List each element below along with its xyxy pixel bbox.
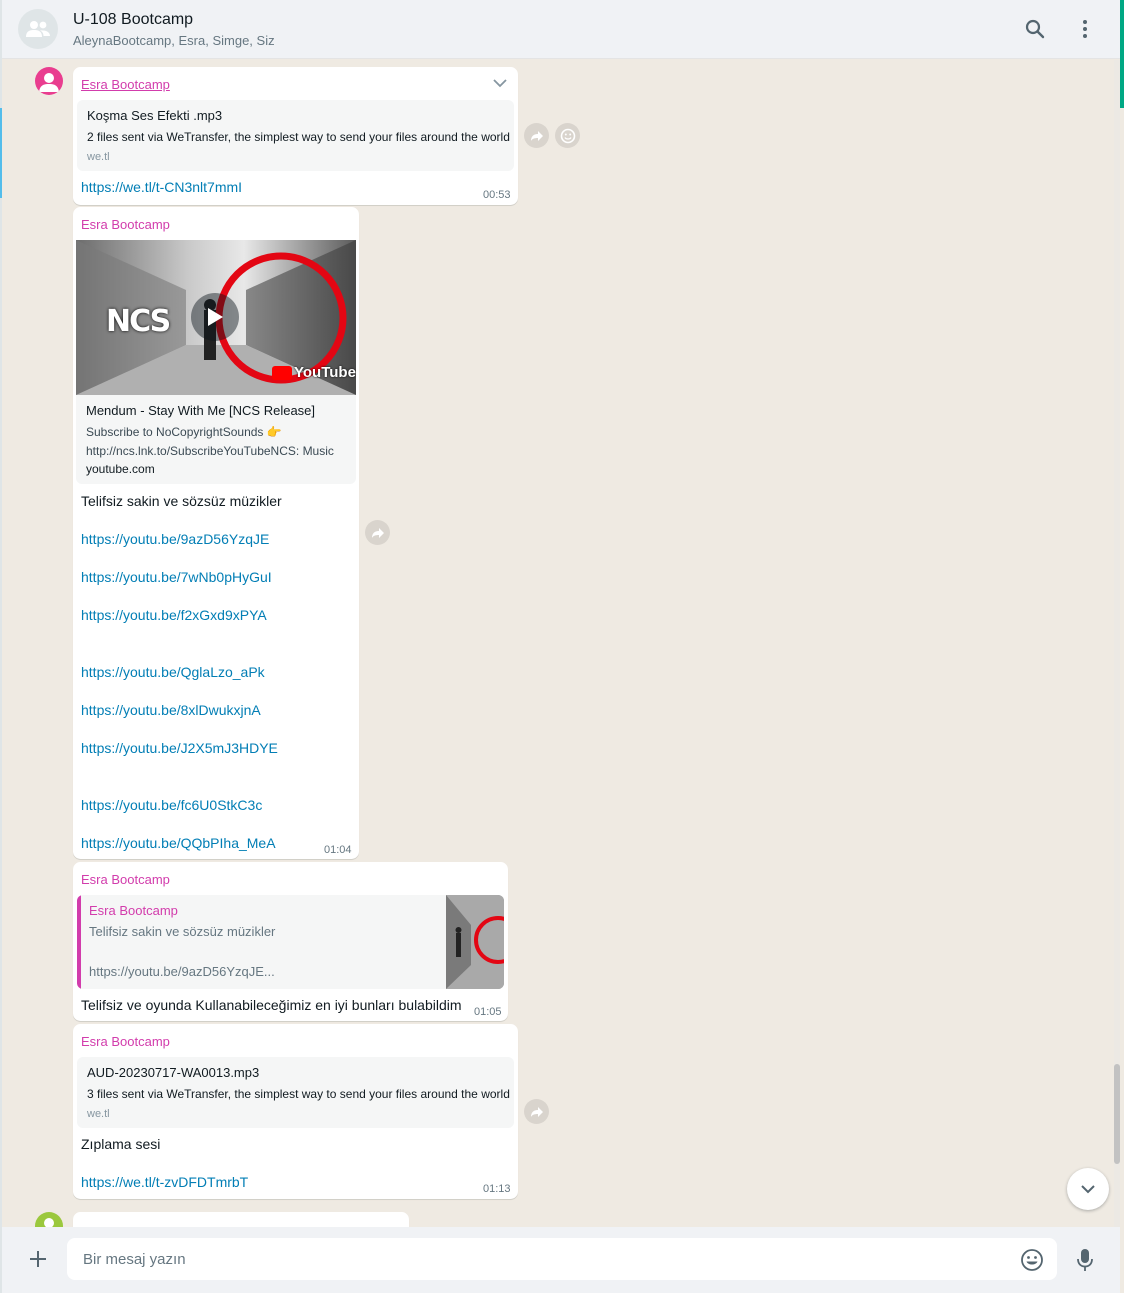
forward-icon[interactable]	[365, 520, 390, 545]
link-preview[interactable]: Mendum - Stay With Me [NCS Release] Subs…	[76, 395, 356, 484]
menu-icon[interactable]	[1073, 17, 1097, 41]
message-link[interactable]: https://youtu.be/QglaLzo_aPk	[81, 663, 265, 682]
link-preview[interactable]: AUD-20230717-WA0013.mp3 3 files sent via…	[77, 1057, 514, 1128]
composer-bar	[2, 1227, 1120, 1293]
ncs-logo: NCS	[106, 304, 171, 339]
message-list[interactable]: Esra Bootcamp Koşma Ses Efekti .mp3 2 fi…	[2, 60, 1114, 1227]
quote-line: Telifsiz sakin ve sözsüz müzikler	[89, 924, 276, 939]
message-sender[interactable]: Esra Bootcamp	[81, 76, 170, 94]
message-sender[interactable]: Esra Bootcamp	[81, 871, 170, 889]
sender-avatar[interactable]	[35, 67, 63, 95]
message-link[interactable]: https://youtu.be/9azD56YzqJE	[81, 530, 269, 549]
preview-domain: we.tl	[87, 1108, 110, 1120]
chat-participants: AleynaBootcamp, Esra, Simge, Siz	[73, 32, 275, 48]
message-bubble[interactable]: Esra Bootcamp Koşma Ses Efekti .mp3 2 fi…	[73, 67, 518, 205]
message-sender[interactable]: Esra Bootcamp	[81, 1033, 170, 1051]
group-avatar-icon[interactable]	[18, 9, 58, 49]
quote-link: https://youtu.be/9azD56YzqJE...	[89, 964, 275, 979]
message-time: 00:53	[483, 189, 511, 201]
scroll-down-button[interactable]	[1067, 1168, 1109, 1210]
chevron-down-icon[interactable]	[492, 76, 508, 94]
message-link[interactable]: https://youtu.be/J2X5mJ3HDYE	[81, 739, 278, 758]
message-link[interactable]: https://youtu.be/f2xGxd9xPYA	[81, 606, 267, 625]
message-bubble-partial[interactable]	[73, 1212, 409, 1227]
message-sender[interactable]: Esra Bootcamp	[81, 216, 170, 234]
message-text: Telifsiz ve oyunda Kullanabileceğimiz en…	[81, 997, 462, 1013]
preview-description: 2 files sent via WeTransfer, the simples…	[87, 130, 510, 144]
sender-avatar[interactable]	[35, 1212, 63, 1227]
message-text: Zıplama sesi	[81, 1136, 161, 1152]
video-thumbnail[interactable]: NCS YouTube	[76, 240, 356, 395]
message-link[interactable]: https://youtu.be/fc6U0StkC3c	[81, 796, 262, 815]
youtube-badge: YouTube	[272, 364, 356, 381]
preview-domain: youtube.com	[86, 462, 155, 476]
preview-description-url: http://ncs.lnk.to/SubscribeYouTubeNCS: M…	[86, 444, 334, 458]
quote-thumbnail	[446, 895, 504, 989]
message-bubble[interactable]: Esra Bootcamp NCS YouTube Mendum - Stay …	[73, 207, 359, 859]
chevron-down-icon	[1081, 1185, 1095, 1194]
forward-icon[interactable]	[524, 123, 549, 148]
message-link[interactable]: https://we.tl/t-zvDFDTmrbT	[81, 1173, 248, 1192]
scrollbar-track[interactable]	[1114, 60, 1120, 1227]
emoji-icon[interactable]	[1019, 1247, 1045, 1273]
emoji-reaction-icon[interactable]	[555, 123, 580, 148]
preview-title: Mendum - Stay With Me [NCS Release]	[86, 403, 316, 418]
forward-icon[interactable]	[524, 1099, 549, 1124]
message-input[interactable]	[67, 1238, 1057, 1280]
message-link[interactable]: https://we.tl/t-CN3nlt7mmI	[81, 178, 242, 197]
preview-description: Subscribe to NoCopyrightSounds 👉	[86, 425, 282, 439]
youtube-badge-label: YouTube	[294, 364, 356, 381]
message-link[interactable]: https://youtu.be/8xlDwukxjnA	[81, 701, 261, 720]
play-icon[interactable]	[191, 293, 239, 341]
message-time: 01:13	[483, 1183, 511, 1195]
message-time: 01:04	[324, 844, 352, 856]
preview-title: Koşma Ses Efekti .mp3	[87, 108, 223, 123]
message-link[interactable]: https://youtu.be/QQbPIha_MeA	[81, 834, 276, 853]
quote-sender: Esra Bootcamp	[89, 903, 178, 918]
link-preview[interactable]: Koşma Ses Efekti .mp3 2 files sent via W…	[77, 100, 514, 171]
message-time: 01:05	[474, 1006, 502, 1018]
message-bubble[interactable]: Esra Bootcamp Esra Bootcamp Telifsiz sak…	[73, 862, 508, 1021]
scrollbar-thumb[interactable]	[1114, 1064, 1120, 1164]
chat-title: U-108 Bootcamp	[73, 10, 194, 28]
preview-description: 3 files sent via WeTransfer, the simples…	[87, 1087, 510, 1101]
microphone-icon[interactable]	[1073, 1247, 1097, 1273]
preview-title: AUD-20230717-WA0013.mp3	[87, 1065, 260, 1080]
chat-header[interactable]: U-108 Bootcamp AleynaBootcamp, Esra, Sim…	[2, 0, 1120, 59]
right-accent	[1120, 0, 1124, 108]
quoted-message[interactable]: Esra Bootcamp Telifsiz sakin ve sözsüz m…	[77, 895, 504, 989]
message-bubble[interactable]: Esra Bootcamp AUD-20230717-WA0013.mp3 3 …	[73, 1024, 518, 1199]
preview-domain: we.tl	[87, 151, 110, 163]
quote-bar	[77, 895, 81, 989]
search-icon[interactable]	[1023, 17, 1047, 41]
chat-info[interactable]: U-108 Bootcamp AleynaBootcamp, Esra, Sim…	[73, 9, 275, 50]
message-link[interactable]: https://youtu.be/7wNb0pHyGuI	[81, 568, 272, 587]
message-text: Telifsiz sakin ve sözsüz müzikler	[81, 493, 282, 509]
plus-icon[interactable]	[26, 1247, 50, 1271]
